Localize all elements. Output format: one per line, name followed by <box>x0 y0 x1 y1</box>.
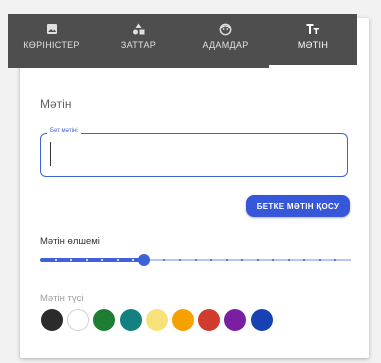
color-swatch[interactable] <box>198 309 221 331</box>
color-swatch[interactable] <box>119 309 142 331</box>
add-text-button[interactable]: БЕТКЕ МӘТІН ҚОСУ <box>246 195 350 217</box>
slider-tick <box>116 259 119 261</box>
text-color-label: Мәтін түсі <box>40 293 84 304</box>
text-caret <box>50 142 51 166</box>
text-size-slider[interactable] <box>40 252 351 268</box>
tab-label: КӨРІНІСТЕР <box>23 40 80 50</box>
slider-tick <box>54 259 57 261</box>
slider-tick <box>318 259 321 261</box>
color-swatch[interactable] <box>224 309 247 331</box>
color-swatch[interactable] <box>93 309 116 331</box>
tab-bar: КӨРІНІСТЕР ЗАТТАР АДАМДАР МӘТІН <box>8 14 357 68</box>
color-swatches <box>41 309 341 331</box>
page-text-input[interactable]: Бет мәтіні <box>40 128 348 177</box>
slider-tick <box>85 259 88 261</box>
text-icon <box>269 22 357 36</box>
color-swatch[interactable] <box>145 309 168 331</box>
tab-people[interactable]: АДАМДАР <box>182 14 269 68</box>
tab-scenes[interactable]: КӨРІНІСТЕР <box>8 14 95 68</box>
slider-tick <box>256 259 259 261</box>
page-text-label: Бет мәтіні <box>47 128 81 134</box>
slider-tick <box>225 259 228 261</box>
tab-label: АДАМДАР <box>202 40 249 50</box>
face-icon <box>182 22 269 36</box>
color-swatch[interactable] <box>41 309 63 331</box>
section-title: Мәтін <box>40 97 72 111</box>
shapes-icon <box>95 22 182 36</box>
slider-tick <box>287 259 290 261</box>
color-swatch[interactable] <box>172 309 194 331</box>
active-tab-indicator <box>269 65 357 68</box>
slider-thumb[interactable] <box>137 254 150 266</box>
color-swatch[interactable] <box>67 309 90 331</box>
slider-tick <box>194 259 197 261</box>
text-size-label: Мәтін өлшемі <box>40 236 100 247</box>
color-swatch[interactable] <box>250 309 273 331</box>
tab-text[interactable]: МӘТІН <box>269 14 357 68</box>
text-editor-panel <box>20 18 369 358</box>
tab-label: МӘТІН <box>297 40 329 50</box>
slider-tick <box>178 259 181 261</box>
tab-label: ЗАТТАР <box>120 40 157 50</box>
tab-objects[interactable]: ЗАТТАР <box>95 14 182 68</box>
image-icon <box>8 22 95 36</box>
